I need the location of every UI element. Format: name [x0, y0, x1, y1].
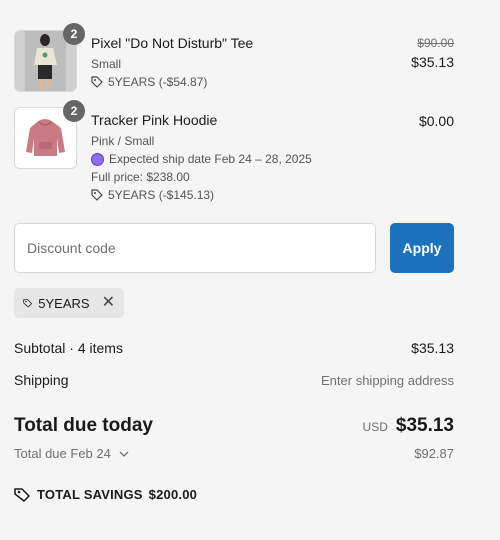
total-value: $35.13: [395, 415, 454, 436]
ship-dot-icon: [91, 152, 104, 166]
shipping-value: Enter shipping address: [321, 373, 454, 388]
item-info: Tracker Pink Hoodie Pink / Small Expecte…: [91, 112, 312, 202]
product-thumbnail-hoodie: 2: [14, 100, 85, 169]
total-savings: TOTAL SAVINGS $200.00: [14, 486, 197, 502]
currency-label: USD: [362, 420, 388, 434]
item-name: Pixel "Do Not Disturb" Tee: [91, 35, 254, 51]
item-price: $35.13: [411, 54, 454, 70]
shipping-row: Shipping Enter shipping address: [14, 372, 454, 388]
apply-button[interactable]: Apply: [390, 223, 454, 273]
item-price: $0.00: [418, 113, 454, 129]
item-prices: $0.00: [419, 113, 454, 129]
due-later-label: Total due Feb 24: [14, 446, 111, 461]
ship-date-note: Expected ship date Feb 24 – 28, 2025: [91, 152, 312, 166]
due-later-row[interactable]: Total due Feb 24 $92.87: [14, 446, 454, 461]
total-row: Total due today USD $35.13: [14, 415, 454, 437]
item-discount-text: 5YEARS (-$54.87): [108, 75, 208, 89]
tag-icon: [91, 189, 103, 201]
item-info: Pixel "Do Not Disturb" Tee Small 5YEARS …: [91, 35, 253, 89]
savings-label: TOTAL SAVINGS: [37, 486, 143, 502]
tag-icon: [23, 299, 33, 308]
savings-value: $200.00: [148, 486, 198, 502]
tag-icon: [91, 76, 103, 88]
applied-code-label: 5YEARS: [38, 295, 90, 311]
subtotal-row: Subtotal · 4 items $35.13: [14, 340, 454, 356]
item-name: Tracker Pink Hoodie: [91, 112, 218, 128]
quantity-badge: 2: [63, 100, 85, 122]
subtotal-label: Subtotal · 4 items: [14, 340, 123, 356]
item-variant: Small: [91, 57, 122, 71]
full-price-text: Full price: $238.00: [91, 170, 190, 184]
due-later-value: $92.87: [414, 446, 454, 461]
due-later-toggle[interactable]: Total due Feb 24: [14, 446, 129, 461]
quantity-badge: 2: [63, 23, 85, 45]
total-label: Total due today: [14, 415, 153, 436]
product-thumbnail-tee: 2: [14, 23, 85, 92]
item-discount: 5YEARS (-$54.87): [91, 75, 253, 89]
original-price: $90.00: [417, 36, 454, 50]
item-variant: Pink / Small: [91, 134, 155, 148]
order-summary: 2 Pixel "Do Not Disturb" Tee Small 5YEAR…: [14, 0, 454, 540]
tag-icon: [14, 488, 30, 502]
item-prices: $90.00 $35.13: [411, 36, 454, 70]
discount-code-input[interactable]: [14, 223, 376, 273]
remove-discount-icon[interactable]: ✕: [102, 295, 115, 311]
item-discount-text: 5YEARS (-$145.13): [108, 188, 215, 202]
applied-discount-chip: 5YEARS ✕: [14, 288, 124, 318]
item-discount: 5YEARS (-$145.13): [91, 188, 312, 202]
subtotal-value: $35.13: [411, 340, 454, 356]
shipping-label: Shipping: [14, 372, 69, 388]
chevron-down-icon: [119, 451, 129, 457]
full-price-note: Full price: $238.00: [91, 170, 312, 184]
ship-date-text: Expected ship date Feb 24 – 28, 2025: [109, 152, 312, 166]
total-amount: USD $35.13: [363, 415, 454, 437]
